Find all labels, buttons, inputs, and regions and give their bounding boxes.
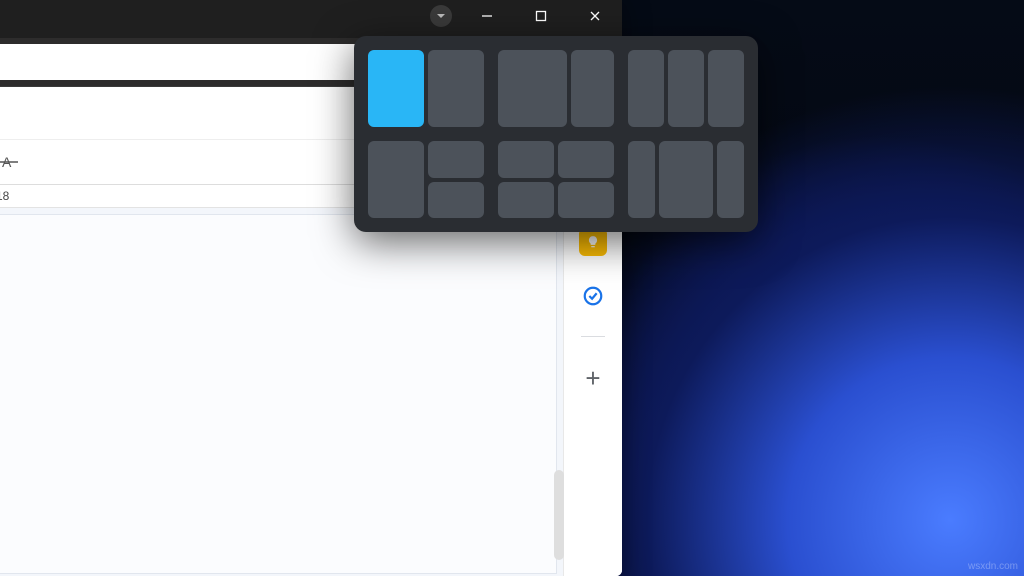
snap-layout-left-stack [368,141,484,218]
snap-zone-right-narrow[interactable] [571,50,614,127]
snap-zone-bl[interactable] [498,182,554,219]
snap-zone-1[interactable] [628,50,664,127]
snap-zone-right[interactable] [428,50,484,127]
tab-dropdown-icon[interactable] [430,5,452,27]
tasks-icon[interactable] [579,282,607,310]
snap-zone-left[interactable] [368,141,424,218]
snap-layout-split-7030 [498,50,614,127]
side-panel-separator [581,336,605,337]
snap-zone-2[interactable] [668,50,704,127]
snap-zone-top[interactable] [428,141,484,178]
close-button[interactable] [568,0,622,38]
document-body: + [0,208,622,576]
desktop-wallpaper: ☆ A 18 [0,0,1024,576]
snap-zone-tl[interactable] [498,141,554,178]
snap-layouts-flyout [354,36,758,232]
keep-icon[interactable] [579,228,607,256]
snap-zone-left[interactable] [368,50,424,127]
watermark-text: wsxdn.com [968,561,1018,572]
snap-layout-thirds [628,50,744,127]
snap-zone-left-wide[interactable] [498,50,567,127]
snap-layout-split-5050 [368,50,484,127]
strikethrough-icon[interactable]: A [0,149,22,175]
sheet-canvas[interactable] [0,214,557,574]
snap-zone-left-narrow[interactable] [628,141,655,218]
snap-row-2 [368,141,744,218]
snap-zone-br[interactable] [558,182,614,219]
snap-zone-tr[interactable] [558,141,614,178]
snap-zone-bottom[interactable] [428,182,484,219]
snap-zone-right-narrow[interactable] [717,141,744,218]
snap-layout-center-wide [628,141,744,218]
vertical-scrollbar[interactable] [554,470,564,560]
window-controls [460,0,622,38]
window-titlebar[interactable] [0,0,622,38]
snap-zone-center[interactable] [659,141,713,218]
add-addon-button[interactable]: + [585,363,600,394]
maximize-button[interactable] [514,0,568,38]
side-panel: + [563,208,622,576]
snap-zone-3[interactable] [708,50,744,127]
snap-row-1 [368,50,744,127]
snap-zone-right-stack [428,141,484,218]
snap-layout-quadrants [498,141,614,218]
minimize-button[interactable] [460,0,514,38]
